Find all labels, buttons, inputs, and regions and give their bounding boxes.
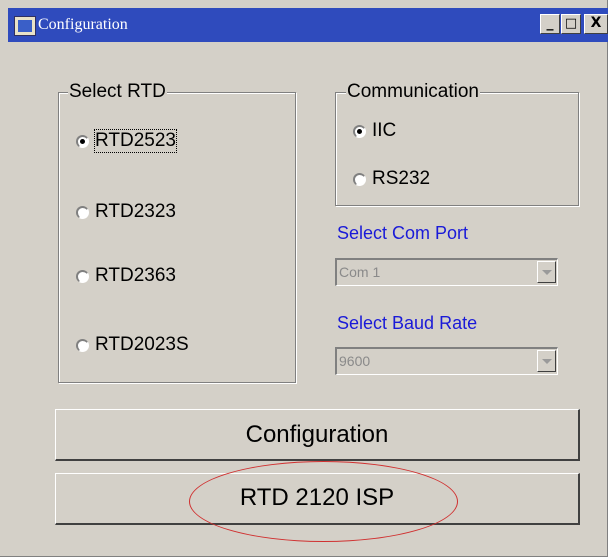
radio-label-rtd2523: RTD2523 <box>94 129 177 153</box>
radio-button-checked[interactable] <box>353 125 366 138</box>
close-button[interactable]: X <box>584 14 608 34</box>
radio-label-rtd2023s: RTD2023S <box>95 334 189 355</box>
configuration-window: Configuration _ □ X Select RTD RTD2523 R… <box>0 0 608 557</box>
baud-rate-select[interactable]: 9600 <box>335 347 558 375</box>
baud-rate-value: 9600 <box>339 353 371 369</box>
radio-button[interactable] <box>353 173 366 186</box>
configuration-button[interactable]: Configuration <box>55 409 580 461</box>
app-icon[interactable] <box>14 16 36 36</box>
radio-button[interactable] <box>76 270 89 283</box>
radio-label-rtd2363: RTD2363 <box>95 265 176 286</box>
maximize-button[interactable]: □ <box>561 14 581 34</box>
communication-legend: Communication <box>346 81 480 102</box>
radio-label-rs232: RS232 <box>372 168 431 189</box>
rtd-2120-isp-button[interactable]: RTD 2120 ISP <box>55 473 580 525</box>
window-title: Configuration <box>38 16 128 33</box>
radio-label-iic: IIC <box>372 120 397 141</box>
radio-button-checked[interactable] <box>76 135 89 148</box>
select-rtd-legend: Select RTD <box>68 81 167 102</box>
com-port-select[interactable]: Com 1 <box>335 258 558 286</box>
radio-button[interactable] <box>76 206 89 219</box>
baud-rate-label: Select Baud Rate <box>337 313 478 333</box>
chevron-down-icon[interactable] <box>537 350 556 372</box>
radio-button[interactable] <box>76 339 89 352</box>
com-port-value: Com 1 <box>339 264 381 280</box>
radio-label-rtd2323: RTD2323 <box>95 201 176 222</box>
com-port-label: Select Com Port <box>337 223 469 243</box>
chevron-down-icon[interactable] <box>537 261 556 283</box>
minimize-button[interactable]: _ <box>540 14 560 34</box>
